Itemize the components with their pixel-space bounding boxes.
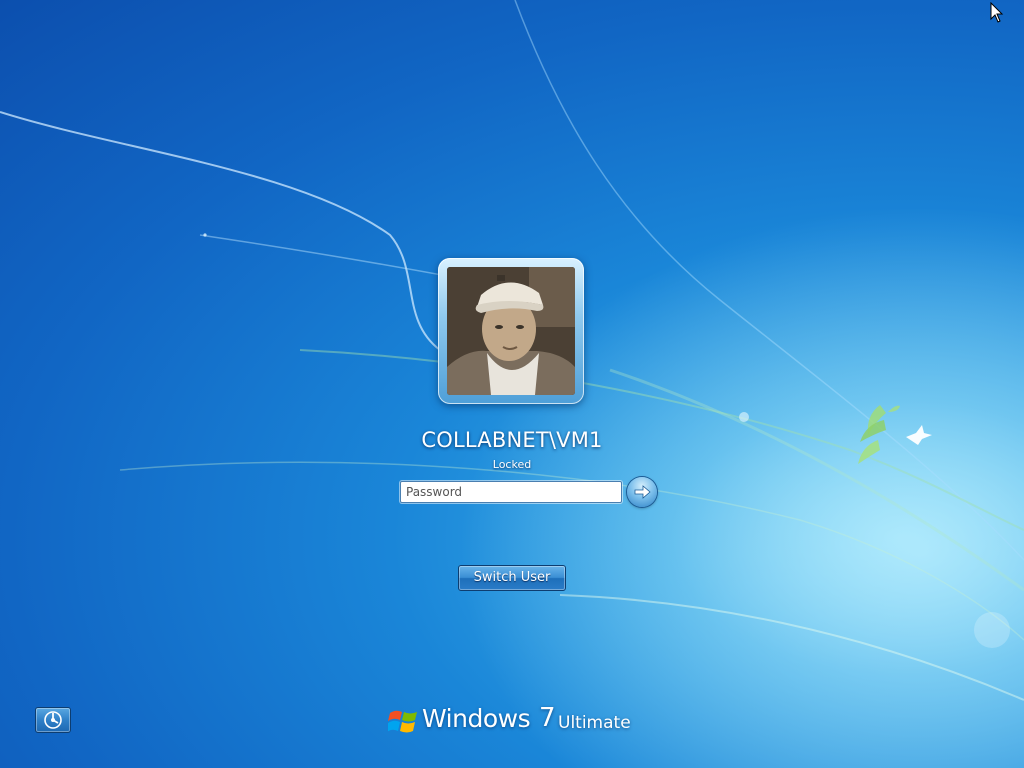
avatar <box>447 267 575 395</box>
brand-edition: Ultimate <box>558 713 631 733</box>
switch-user-button[interactable]: Switch User <box>458 565 566 591</box>
mouse-cursor-icon <box>990 2 1004 23</box>
submit-button[interactable] <box>627 477 657 507</box>
password-field[interactable] <box>400 481 622 503</box>
user-status: Locked <box>492 458 532 471</box>
bird-and-plant-icon <box>858 405 932 464</box>
arrow-right-icon <box>634 485 651 499</box>
windows-flag-icon <box>388 710 417 733</box>
ease-of-access-icon <box>44 711 62 729</box>
brand-windows: Windows <box>422 704 531 733</box>
user-name: COLLABNET\VM1 <box>421 428 603 452</box>
ease-of-access-button[interactable] <box>35 707 71 733</box>
user-photo-icon <box>447 267 575 395</box>
user-tile <box>438 258 584 404</box>
brand-version: 7 <box>539 703 556 733</box>
